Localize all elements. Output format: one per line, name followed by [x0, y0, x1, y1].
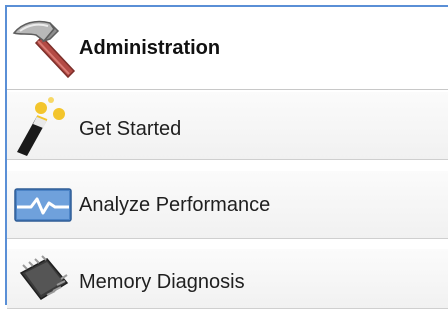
menu-item-label: Get Started	[79, 118, 182, 140]
memory-chip-icon	[7, 254, 79, 303]
administration-panel: Administration Get Started Analyze Perfo…	[5, 5, 448, 309]
menu-item-label: Memory Diagnosis	[79, 271, 245, 293]
menu-item-analyze-performance[interactable]: Analyze Performance	[7, 171, 448, 239]
hammer-icon	[7, 13, 79, 83]
magic-wand-icon	[7, 94, 79, 158]
performance-graph-icon	[7, 185, 79, 225]
menu-item-get-started[interactable]: Get Started	[7, 92, 448, 160]
administration-header[interactable]: Administration	[7, 7, 448, 90]
header-title: Administration	[79, 36, 221, 59]
menu-item-memory-diagnosis[interactable]: Memory Diagnosis	[7, 249, 448, 309]
menu-item-label: Analyze Performance	[79, 193, 271, 216]
